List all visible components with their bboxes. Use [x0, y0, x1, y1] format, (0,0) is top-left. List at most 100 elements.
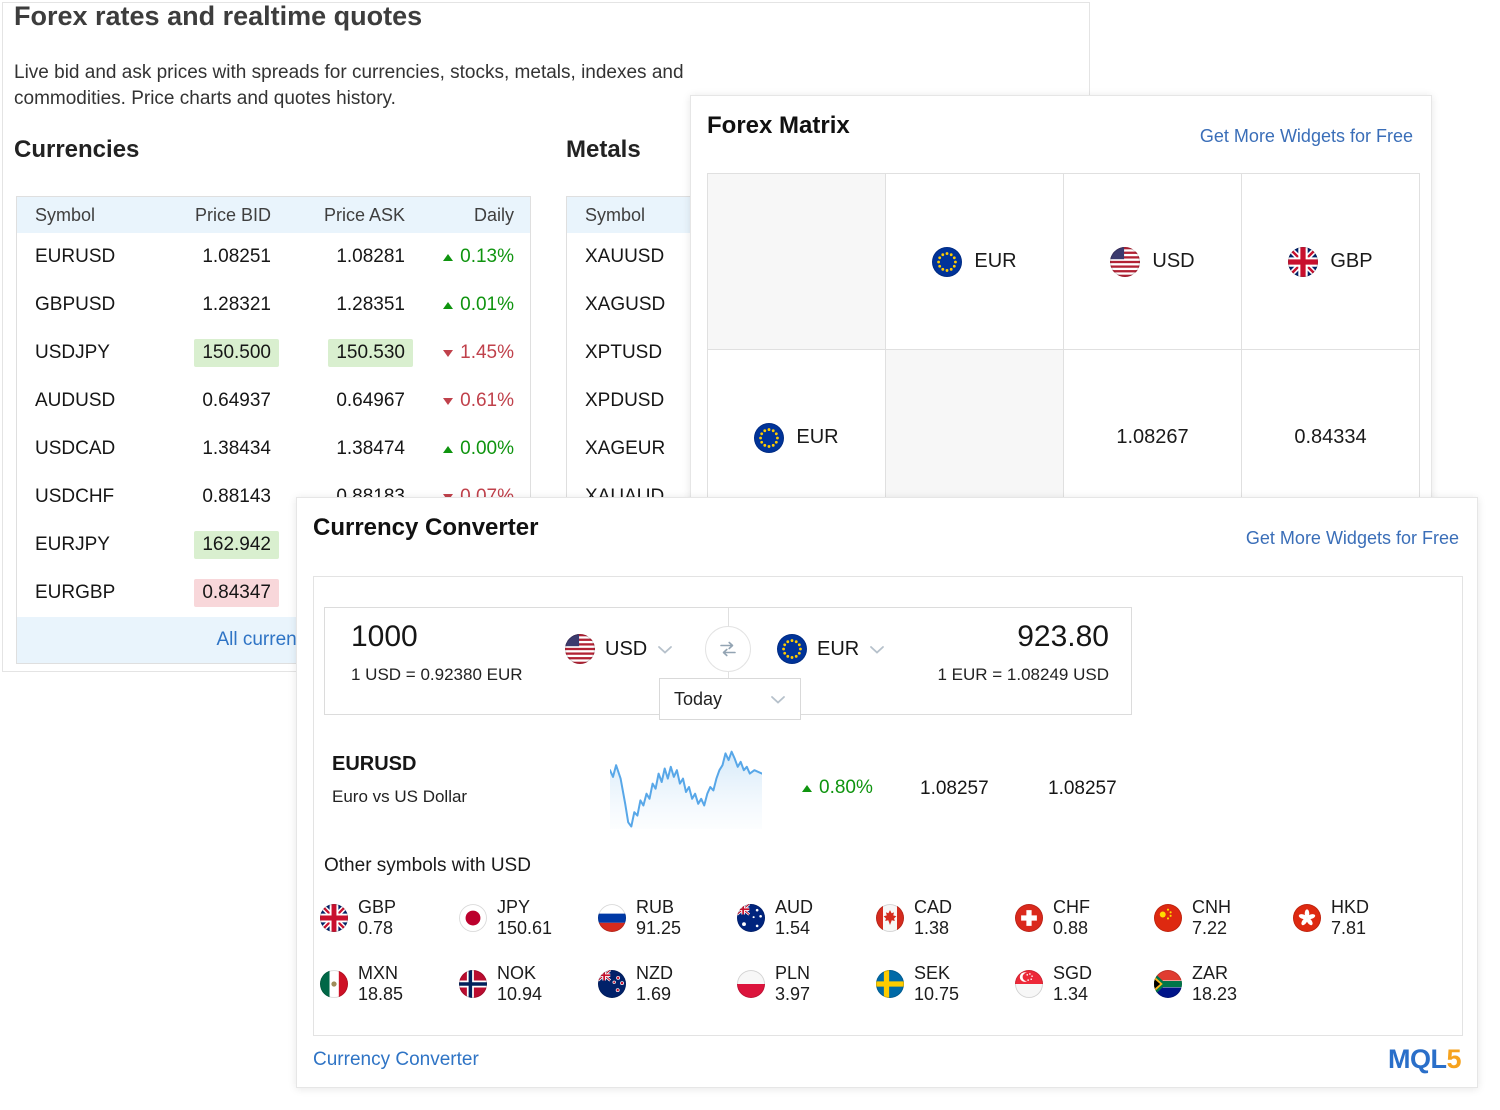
daily-cell: 0.61%	[413, 390, 528, 412]
currency-value: 3.97	[775, 984, 810, 1005]
za-flag-icon	[1154, 970, 1182, 998]
currency-item[interactable]: CNH 7.22	[1154, 897, 1293, 939]
currency-to-select[interactable]: EUR	[777, 634, 885, 664]
currency-value: 10.94	[497, 984, 542, 1005]
forex-matrix-title: Forex Matrix	[707, 112, 850, 140]
mql5-logo[interactable]: MQL5	[1388, 1044, 1461, 1075]
get-more-widgets-link[interactable]: Get More Widgets for Free	[1200, 126, 1413, 147]
ask-cell: 1.08281	[279, 243, 413, 271]
forex-matrix-grid: EUR USD GBP EUR 1.08267 0.84334	[707, 173, 1420, 515]
currency-code: CAD	[914, 897, 952, 918]
bid-cell: 1.38434	[167, 435, 279, 463]
currency-item[interactable]: MXN 18.85	[320, 963, 459, 1005]
currency-value: 7.22	[1192, 918, 1231, 939]
symbol-link[interactable]: EURGBP	[17, 582, 167, 604]
pair-name-label: Euro vs US Dollar	[332, 787, 467, 807]
currency-code: CNH	[1192, 897, 1231, 918]
pair-bid-value: 1.08257	[920, 778, 989, 800]
swap-currencies-button[interactable]	[705, 626, 751, 672]
currency-item[interactable]: ZAR 18.23	[1154, 963, 1293, 1005]
amount-from-input[interactable]: 1000	[351, 620, 418, 654]
ch-flag-icon	[1015, 904, 1043, 932]
period-select[interactable]: Today	[659, 678, 801, 720]
amount-to-value: 923.80	[1017, 620, 1109, 654]
currency-item[interactable]: AUD 1.54	[737, 897, 876, 939]
currency-item[interactable]: PLN 3.97	[737, 963, 876, 1005]
currency-code: SGD	[1053, 963, 1092, 984]
currency-item[interactable]: NZD 1.69	[598, 963, 737, 1005]
currency-from-select[interactable]: USD	[565, 634, 673, 664]
currency-code: EUR	[974, 250, 1016, 273]
currency-code: GBP	[1330, 250, 1372, 273]
symbol-link[interactable]: USDCHF	[17, 486, 167, 508]
trend-arrow-icon	[443, 254, 453, 261]
symbol-link[interactable]: USDJPY	[17, 342, 167, 364]
matrix-value-eurgbp: 0.84334	[1242, 350, 1420, 515]
logo-text: MQL	[1388, 1044, 1447, 1074]
symbol-link[interactable]: EURJPY	[17, 534, 167, 556]
currency-row: GBPUSD 1.28321 1.28351 0.01%	[17, 281, 530, 329]
column-daily: Daily	[413, 205, 528, 226]
ask-value: 1.08281	[328, 243, 413, 271]
currency-from-code: USD	[605, 638, 647, 661]
daily-percent: 0.01%	[460, 294, 514, 316]
bid-cell: 1.08251	[167, 243, 279, 271]
currency-item[interactable]: CAD 1.38	[876, 897, 1015, 939]
currencies-table-header: Symbol Price BID Price ASK Daily	[17, 197, 530, 233]
currency-code: NOK	[497, 963, 542, 984]
other-symbols-grid: GBP 0.78 JPY 150.61 RUB	[320, 897, 1438, 1005]
eu-flag-icon	[932, 247, 962, 277]
ask-value: 0.64967	[328, 387, 413, 415]
jp-flag-icon	[459, 904, 487, 932]
currency-item[interactable]: GBP 0.78	[320, 897, 459, 939]
currency-item[interactable]: NOK 10.94	[459, 963, 598, 1005]
bid-value: 0.88143	[194, 483, 279, 511]
logo-accent: 5	[1446, 1044, 1461, 1074]
symbol-link[interactable]: GBPUSD	[17, 294, 167, 316]
currency-code: SEK	[914, 963, 959, 984]
currency-value: 1.54	[775, 918, 813, 939]
ask-cell: 1.28351	[279, 291, 413, 319]
bid-cell: 0.84347	[167, 579, 279, 607]
converter-body: 1000 1 USD = 0.92380 EUR USD EUR 923.80 …	[313, 576, 1463, 1036]
mx-flag-icon	[320, 970, 348, 998]
currency-item[interactable]: CHF 0.88	[1015, 897, 1154, 939]
currency-item[interactable]: RUB 91.25	[598, 897, 737, 939]
ask-value: 1.38474	[328, 435, 413, 463]
period-value: Today	[674, 689, 722, 710]
matrix-diagonal-cell	[886, 350, 1064, 515]
bid-value: 1.28321	[194, 291, 279, 319]
ask-cell: 150.530	[279, 339, 413, 367]
other-symbols-heading: Other symbols with USD	[324, 855, 531, 877]
us-flag-icon	[565, 634, 595, 664]
currency-converter-title: Currency Converter	[313, 514, 538, 542]
trend-arrow-icon	[443, 350, 453, 357]
se-flag-icon	[876, 970, 904, 998]
bid-value: 1.08251	[194, 243, 279, 271]
ru-flag-icon	[598, 904, 626, 932]
gb-flag-icon	[1288, 247, 1318, 277]
currency-code: HKD	[1331, 897, 1369, 918]
currency-item[interactable]: HKD 7.81	[1293, 897, 1432, 939]
currency-value: 7.81	[1331, 918, 1369, 939]
currency-item[interactable]: SGD 1.34	[1015, 963, 1154, 1005]
chevron-down-icon	[869, 645, 885, 654]
daily-cell: 0.00%	[413, 438, 528, 460]
currency-item[interactable]: JPY 150.61	[459, 897, 598, 939]
matrix-header-usd: USD	[1064, 174, 1242, 350]
symbol-link[interactable]: USDCAD	[17, 438, 167, 460]
currency-code: GBP	[358, 897, 396, 918]
forex-matrix-widget: Forex Matrix Get More Widgets for Free E…	[690, 95, 1432, 515]
currency-code: ZAR	[1192, 963, 1237, 984]
us-flag-icon	[1110, 247, 1140, 277]
symbol-link[interactable]: EURUSD	[17, 246, 167, 268]
currency-code: JPY	[497, 897, 552, 918]
daily-percent: 0.61%	[460, 390, 514, 412]
currency-item[interactable]: SEK 10.75	[876, 963, 1015, 1005]
currency-converter-link[interactable]: Currency Converter	[313, 1049, 479, 1071]
column-symbol: Symbol	[17, 205, 167, 226]
pair-symbol-link[interactable]: EURUSD	[332, 753, 416, 776]
get-more-widgets-link[interactable]: Get More Widgets for Free	[1246, 528, 1459, 549]
symbol-link[interactable]: AUDUSD	[17, 390, 167, 412]
ask-cell: 0.64967	[279, 387, 413, 415]
